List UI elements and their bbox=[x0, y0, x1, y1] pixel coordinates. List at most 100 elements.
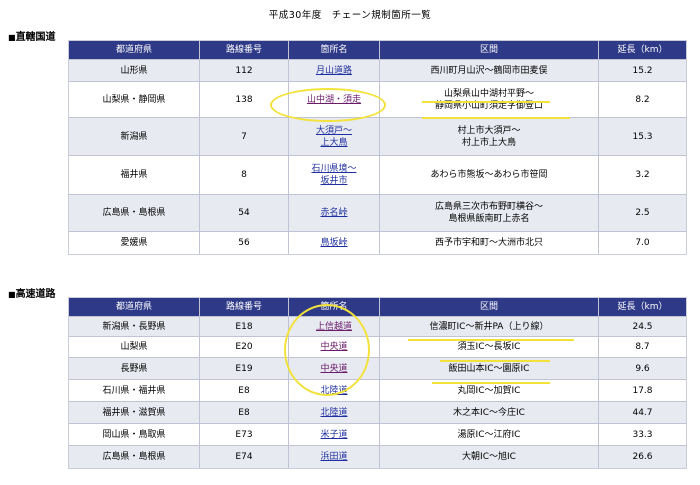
national-roads-table: 都道府県 路線番号 箇所名 区間 延長（km） 山形県 112 月山道路 西川町月山沢… bbox=[68, 40, 687, 255]
location-link[interactable]: 上信越道 bbox=[316, 322, 352, 332]
location-link[interactable]: 中央道 bbox=[320, 342, 347, 352]
table-header-row: 都道府県 路線番号 箇所名 区間 延長（km） bbox=[69, 298, 686, 317]
length-km-cell: 15.3 bbox=[599, 118, 686, 156]
location-link[interactable]: 北陸道 bbox=[320, 386, 347, 396]
section-text: 湯原IC～江府IC bbox=[457, 429, 521, 440]
location-link[interactable]: 坂井市 bbox=[320, 176, 347, 186]
section-heading-expressways: ■高速道路 bbox=[8, 285, 56, 300]
route-number-cell: 7 bbox=[200, 118, 289, 156]
section-text: 大朝IC～旭IC bbox=[462, 452, 516, 462]
table-row: 石川県・福井県 E8 北陸道 丸岡IC～加賀IC 17.8 bbox=[69, 380, 686, 402]
section-cell: 西川町月山沢～鶴岡市田麦俣 bbox=[380, 60, 599, 82]
square-bullet-icon: ■ bbox=[8, 290, 16, 299]
col-header-section: 区間 bbox=[380, 298, 599, 317]
location-name-cell: 赤名峠 bbox=[289, 195, 380, 232]
location-link[interactable]: 山中湖・須走 bbox=[307, 95, 361, 105]
col-header-location-name: 箇所名 bbox=[289, 41, 380, 60]
location-name-cell: 米子道 bbox=[289, 424, 380, 446]
col-header-length: 延長（km） bbox=[599, 298, 686, 317]
length-km-cell: 2.5 bbox=[599, 195, 686, 232]
location-name-cell: 山中湖・須走 bbox=[289, 82, 380, 118]
prefecture-cell: 愛媛県 bbox=[69, 232, 200, 254]
route-number-cell: 54 bbox=[200, 195, 289, 232]
prefecture-cell: 福井県 bbox=[69, 156, 200, 195]
section-text: 西川町月山沢～鶴岡市田麦俣 bbox=[430, 65, 548, 76]
document-title: 平成30年度 チェーン規制箇所一覧 bbox=[268, 10, 432, 21]
location-name-cell: 浜田道 bbox=[289, 446, 380, 468]
length-km-cell: 9.6 bbox=[599, 358, 686, 380]
section-cell: 信濃町IC～新井PA（上り線） bbox=[380, 317, 599, 337]
prefecture-cell: 石川県・福井県 bbox=[69, 380, 200, 402]
location-link[interactable]: 浜田道 bbox=[320, 452, 347, 462]
length-km-cell: 7.0 bbox=[599, 232, 686, 254]
length-km-cell: 8.7 bbox=[599, 337, 686, 358]
section-text: 広島県三次市布野町横谷～ bbox=[434, 202, 543, 212]
section-text: 村上市大須戸～ bbox=[457, 125, 521, 136]
section-text: 須玉IC～長坂IC bbox=[457, 342, 521, 352]
location-name-cell: 鳥坂峠 bbox=[289, 232, 380, 254]
col-header-prefecture: 都道府県 bbox=[69, 298, 200, 317]
location-name-cell: 中央道 bbox=[289, 337, 380, 358]
table-header-row: 都道府県 路線番号 箇所名 区間 延長（km） bbox=[69, 41, 686, 60]
col-header-length: 延長（km） bbox=[599, 41, 686, 60]
length-km-cell: 15.2 bbox=[599, 60, 686, 82]
location-name-cell: 月山道路 bbox=[289, 60, 380, 82]
col-header-section: 区間 bbox=[380, 41, 599, 60]
prefecture-cell: 長野県 bbox=[69, 358, 200, 380]
table-row: 広島県・島根県 E74 浜田道 大朝IC～旭IC 26.6 bbox=[69, 446, 686, 468]
prefecture-cell: 山形県 bbox=[69, 60, 200, 82]
prefecture-cell: 福井県・滋賀県 bbox=[69, 402, 200, 424]
location-name-cell: 上信越道 bbox=[289, 317, 380, 337]
col-header-route-number: 路線番号 bbox=[200, 298, 289, 317]
section-text: 飯田山本IC～園原IC bbox=[448, 363, 530, 374]
section-text: 村上市上大鳥 bbox=[461, 137, 516, 148]
col-header-route-number: 路線番号 bbox=[200, 41, 289, 60]
section-cell: 西予市宇和町～大洲市北只 bbox=[380, 232, 599, 254]
route-number-cell: 112 bbox=[200, 60, 289, 82]
route-number-cell: E8 bbox=[200, 380, 289, 402]
length-km-cell: 33.3 bbox=[599, 424, 686, 446]
route-number-cell: E73 bbox=[200, 424, 289, 446]
length-km-cell: 44.7 bbox=[599, 402, 686, 424]
section-cell: 山梨県山中湖村平野～ 静岡県小山町須走字御登口 bbox=[380, 82, 599, 118]
prefecture-cell: 新潟県・長野県 bbox=[69, 317, 200, 337]
table-row: 広島県・島根県 54 赤名峠 広島県三次市布野町横谷～ 島根県飯南町上赤名 2.5 bbox=[69, 195, 686, 232]
location-link[interactable]: 石川県境～ bbox=[311, 164, 356, 174]
length-km-cell: 24.5 bbox=[599, 317, 686, 337]
location-name-cell: 北陸道 bbox=[289, 380, 380, 402]
prefecture-cell: 広島県・島根県 bbox=[69, 195, 200, 232]
location-link[interactable]: 赤名峠 bbox=[320, 208, 347, 218]
location-link[interactable]: 月山道路 bbox=[316, 66, 352, 76]
section-text: 丸岡IC～加賀IC bbox=[457, 385, 521, 396]
location-name-cell: 北陸道 bbox=[289, 402, 380, 424]
section-text: 木之本IC～今庄IC bbox=[453, 407, 525, 418]
section-cell: 村上市大須戸～ 村上市上大鳥 bbox=[380, 118, 599, 156]
location-link[interactable]: 中央道 bbox=[320, 364, 347, 374]
location-link[interactable]: 上大鳥 bbox=[320, 138, 347, 148]
location-link[interactable]: 鳥坂峠 bbox=[320, 238, 347, 248]
section-cell: 飯田山本IC～園原IC bbox=[380, 358, 599, 380]
col-header-location-name: 箇所名 bbox=[289, 298, 380, 317]
section-cell: あわら市熊坂～あわら市笹岡 bbox=[380, 156, 599, 195]
section-text: 山梨県山中湖村平野～ bbox=[443, 88, 534, 99]
route-number-cell: E20 bbox=[200, 337, 289, 358]
section-cell: 湯原IC～江府IC bbox=[380, 424, 599, 446]
location-link[interactable]: 米子道 bbox=[320, 430, 347, 440]
table-row: 福井県 8 石川県境～ 坂井市 あわら市熊坂～あわら市笹岡 3.2 bbox=[69, 156, 686, 195]
prefecture-cell: 広島県・島根県 bbox=[69, 446, 200, 468]
section-text: あわら市熊坂～あわら市笹岡 bbox=[430, 170, 548, 180]
table-row: 岡山県・鳥取県 E73 米子道 湯原IC～江府IC 33.3 bbox=[69, 424, 686, 446]
route-number-cell: E19 bbox=[200, 358, 289, 380]
table-row: 長野県 E19 中央道 飯田山本IC～園原IC 9.6 bbox=[69, 358, 686, 380]
location-link[interactable]: 北陸道 bbox=[320, 408, 347, 418]
section-text: 信濃町IC～新井PA（上り線） bbox=[429, 321, 549, 332]
location-link[interactable]: 大須戸～ bbox=[316, 126, 352, 136]
table-row: 新潟県・長野県 E18 上信越道 信濃町IC～新井PA（上り線） 24.5 bbox=[69, 317, 686, 337]
location-name-cell: 中央道 bbox=[289, 358, 380, 380]
location-name-cell: 大須戸～ 上大鳥 bbox=[289, 118, 380, 156]
section-heading-national-roads: ■直轄国道 bbox=[8, 28, 56, 43]
route-number-cell: E74 bbox=[200, 446, 289, 468]
section-cell: 大朝IC～旭IC bbox=[380, 446, 599, 468]
table-row: 山梨県 E20 中央道 須玉IC～長坂IC 8.7 bbox=[69, 337, 686, 358]
expressways-table: 都道府県 路線番号 箇所名 区間 延長（km） 新潟県・長野県 E18 上信越道 信濃… bbox=[68, 297, 687, 469]
